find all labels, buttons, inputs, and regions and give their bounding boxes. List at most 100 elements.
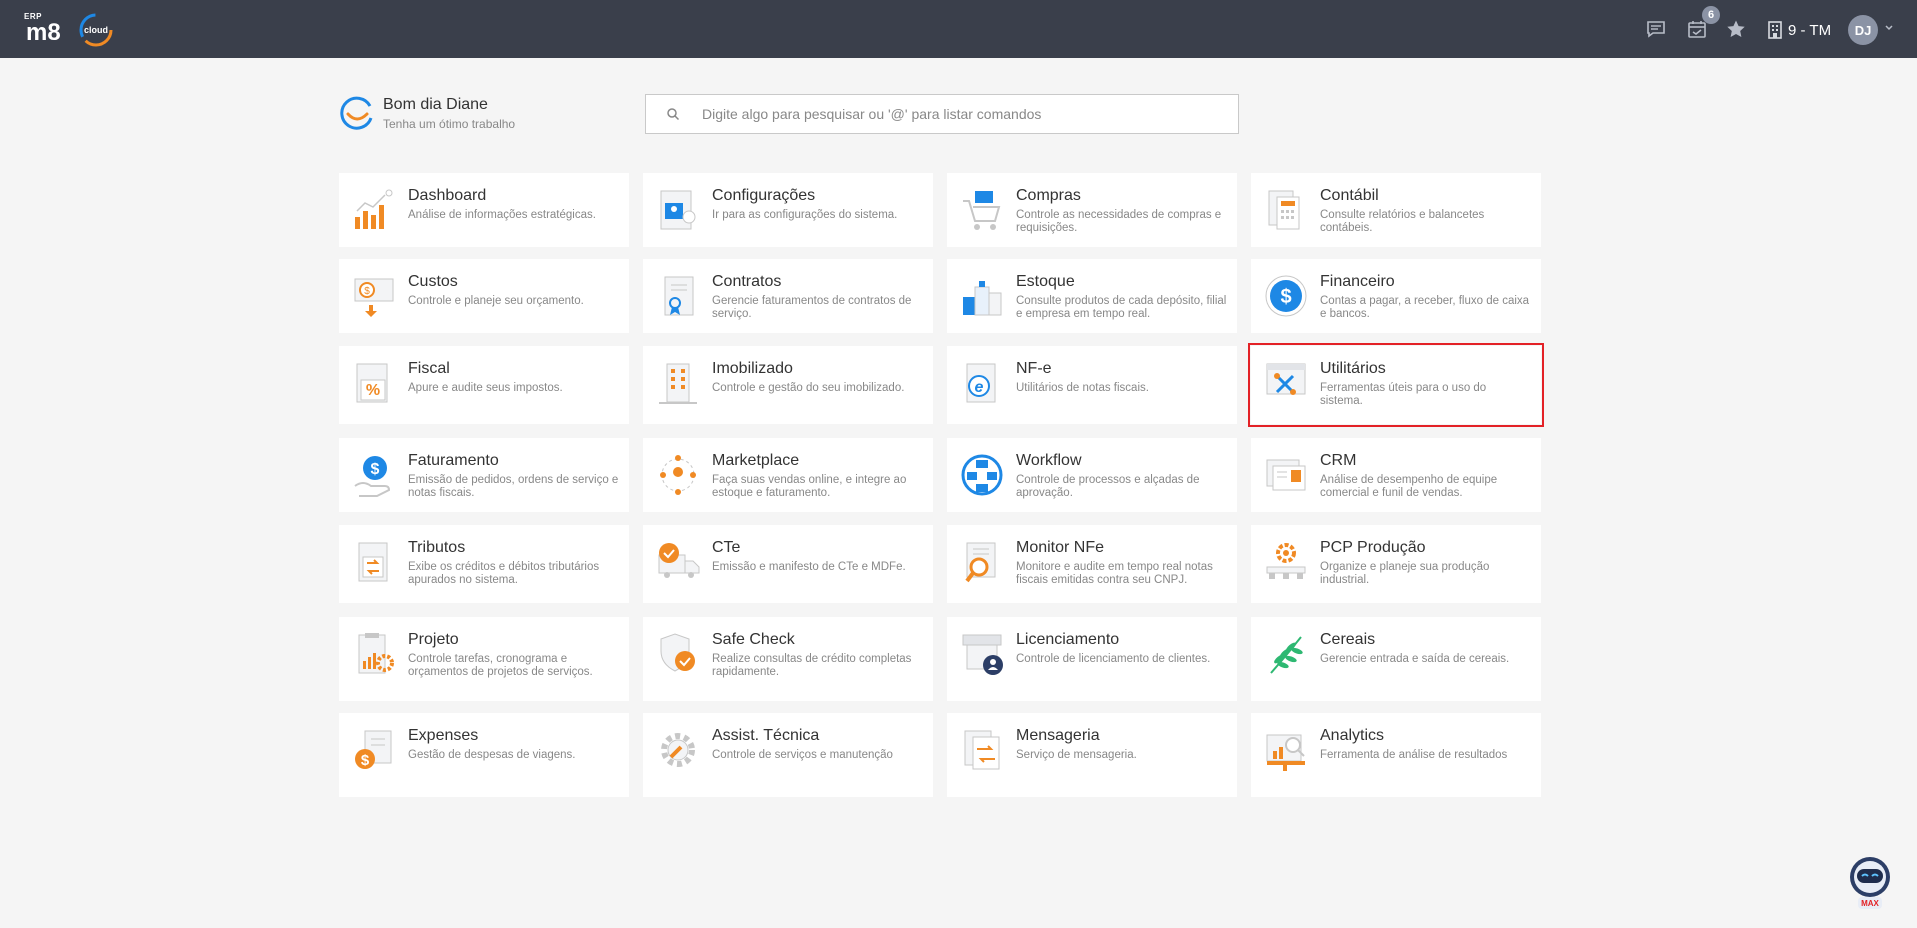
module-card-estoque[interactable]: Estoque Consulte produtos de cada depósit… — [947, 259, 1237, 333]
module-card-configuracoes[interactable]: Configurações Ir para as configurações do… — [643, 173, 933, 247]
app-logo[interactable]: ERP m8 cloud — [22, 10, 122, 50]
module-title: Contratos — [712, 273, 782, 290]
module-description: Ferramenta de análise de resultados — [1320, 749, 1508, 761]
tools-icon — [1263, 360, 1309, 406]
nfe-icon: e — [959, 360, 1005, 406]
svg-text:$: $ — [371, 461, 380, 478]
module-title: Projeto — [408, 631, 459, 648]
module-title: Tributos — [408, 539, 466, 556]
chevron-down-icon[interactable] — [1884, 23, 1894, 33]
module-card-faturamento[interactable]: $ Faturamento Emissão de pedidos, ordens d… — [339, 438, 629, 512]
calculator-icon — [1263, 187, 1309, 233]
module-description: Controle e gestão do seu imobilizado. — [712, 382, 905, 394]
module-card-compras[interactable]: Compras Controle as necessidades de compr… — [947, 173, 1237, 247]
crm-icon — [1263, 452, 1309, 498]
module-card-contabil[interactable]: Contábil Consulte relatórios e balancetes… — [1251, 173, 1541, 247]
workflow-icon — [959, 452, 1005, 498]
module-title: Contábil — [1320, 187, 1379, 204]
gear-icon — [655, 727, 701, 773]
production-icon — [1263, 539, 1309, 585]
module-title: Safe Check — [712, 631, 795, 648]
logo-cloud-label: cloud — [84, 25, 108, 35]
module-title: Faturamento — [408, 452, 499, 469]
module-card-crm[interactable]: CRM Análise de desempenho de equipe comer… — [1251, 438, 1541, 512]
module-card-dashboard[interactable]: Dashboard Análise de informações estratég… — [339, 173, 629, 247]
company-selector[interactable]: 9 - TM — [1768, 18, 1831, 42]
module-title: Workflow — [1016, 452, 1082, 469]
module-description: Análise de desempenho de equipe comercia… — [1320, 474, 1498, 499]
module-card-tributos[interactable]: Tributos Exibe os créditos e débitos trib… — [339, 525, 629, 603]
module-title: Analytics — [1320, 727, 1385, 744]
module-description: Apure e audite seus impostos. — [408, 382, 563, 394]
module-card-custos[interactable]: $ Custos Controle e planeje seu orçamento. — [339, 259, 629, 333]
chat-icon[interactable] — [1642, 15, 1670, 43]
search-box[interactable] — [645, 94, 1239, 134]
logo-erp-label: ERP — [24, 12, 42, 21]
module-title: Estoque — [1016, 273, 1075, 290]
module-card-licenciamento[interactable]: Licenciamento Controle de licenciamento d… — [947, 617, 1237, 701]
module-title: Financeiro — [1320, 273, 1395, 290]
expenses-icon: $ — [351, 727, 397, 773]
module-title: Configurações — [712, 187, 816, 204]
module-description: Gerencie entrada e saída de cereais. — [1320, 653, 1510, 665]
module-description: Faça suas vendas online, e integre ao es… — [712, 474, 907, 499]
module-card-financeiro[interactable]: $ Financeiro Contas a pagar, a receber, fl… — [1251, 259, 1541, 333]
avatar[interactable]: DJ — [1848, 15, 1878, 45]
module-card-workflow[interactable]: Workflow Controle de processos e alçadas … — [947, 438, 1237, 512]
module-card-assist-tecnica[interactable]: Assist. Técnica Controle de serviços e ma… — [643, 713, 933, 797]
notifications-badge: 6 — [1702, 6, 1720, 24]
grain-icon — [1263, 631, 1309, 677]
svg-text:%: % — [366, 382, 380, 399]
dashboard-icon — [351, 187, 397, 233]
search-input[interactable] — [702, 106, 1222, 122]
module-card-projeto[interactable]: Projeto Controle tarefas, cronograma e or… — [339, 617, 629, 701]
module-card-fiscal[interactable]: % Fiscal Apure e audite seus impostos. — [339, 346, 629, 424]
svg-text:MAX: MAX — [1861, 899, 1879, 908]
search-icon — [667, 108, 680, 121]
module-title: Custos — [408, 273, 458, 290]
module-title: Compras — [1016, 187, 1081, 204]
module-card-nf-e[interactable]: e NF-e Utilitários de notas fiscais. — [947, 346, 1237, 424]
module-description: Emissão e manifesto de CTe e MDFe. — [712, 561, 906, 573]
module-card-analytics[interactable]: Analytics Ferramenta de análise de result… — [1251, 713, 1541, 797]
magnifier-doc-icon — [959, 539, 1005, 585]
module-description: Controle de processos e alçadas de aprov… — [1016, 474, 1200, 499]
tax-icon — [351, 539, 397, 585]
module-title: Assist. Técnica — [712, 727, 820, 744]
module-card-utilitarios[interactable]: Utilitários Ferramentas úteis para o uso … — [1248, 343, 1544, 427]
module-title: Marketplace — [712, 452, 800, 469]
star-icon[interactable] — [1722, 15, 1750, 43]
percent-doc-icon: % — [351, 360, 397, 406]
module-description: Organize e planeje sua produção industri… — [1320, 561, 1490, 586]
module-description: Utilitários de notas fiscais. — [1016, 382, 1149, 394]
module-description: Emissão de pedidos, ordens de serviço e … — [408, 474, 619, 499]
module-description: Análise de informações estratégicas. — [408, 209, 596, 221]
module-card-cereais[interactable]: Cereais Gerencie entrada e saída de cerea… — [1251, 617, 1541, 701]
analytics-icon — [1263, 727, 1309, 773]
module-description: Serviço de mensageria. — [1016, 749, 1137, 761]
module-title: PCP Produção — [1320, 539, 1426, 556]
module-card-contratos[interactable]: Contratos Gerencie faturamentos de contra… — [643, 259, 933, 333]
project-icon — [351, 631, 397, 677]
smile-logo-icon — [340, 96, 373, 130]
assistant-bot-icon[interactable]: MAX — [1840, 853, 1900, 913]
svg-text:e: e — [975, 379, 984, 396]
module-card-mensageria[interactable]: Mensageria Serviço de mensageria. — [947, 713, 1237, 797]
module-card-expenses[interactable]: $ Expenses Gestão de despesas de viagens. — [339, 713, 629, 797]
building-small-icon — [1768, 21, 1782, 39]
module-title: CRM — [1320, 452, 1357, 469]
module-description: Contas a pagar, a receber, fluxo de caix… — [1320, 295, 1530, 320]
module-card-imobilizado[interactable]: Imobilizado Controle e gestão do seu imob… — [643, 346, 933, 424]
module-card-marketplace[interactable]: Marketplace Faça suas vendas online, e in… — [643, 438, 933, 512]
module-title: Imobilizado — [712, 360, 793, 377]
warehouse-icon — [959, 273, 1005, 319]
module-title: Dashboard — [408, 187, 487, 204]
module-description: Gestão de despesas de viagens. — [408, 749, 576, 761]
module-title: Mensageria — [1016, 727, 1100, 744]
svg-text:$: $ — [1280, 286, 1291, 308]
module-card-cte[interactable]: CTe Emissão e manifesto de CTe e MDFe. — [643, 525, 933, 603]
module-card-safe-check[interactable]: Safe Check Realize consultas de crédito c… — [643, 617, 933, 701]
module-title: Utilitários — [1320, 360, 1386, 377]
module-card-pcp-producao[interactable]: PCP Produção Organize e planeje sua produ… — [1251, 525, 1541, 603]
module-card-monitor-nfe[interactable]: Monitor NFe Monitore e audite em tempo re… — [947, 525, 1237, 603]
